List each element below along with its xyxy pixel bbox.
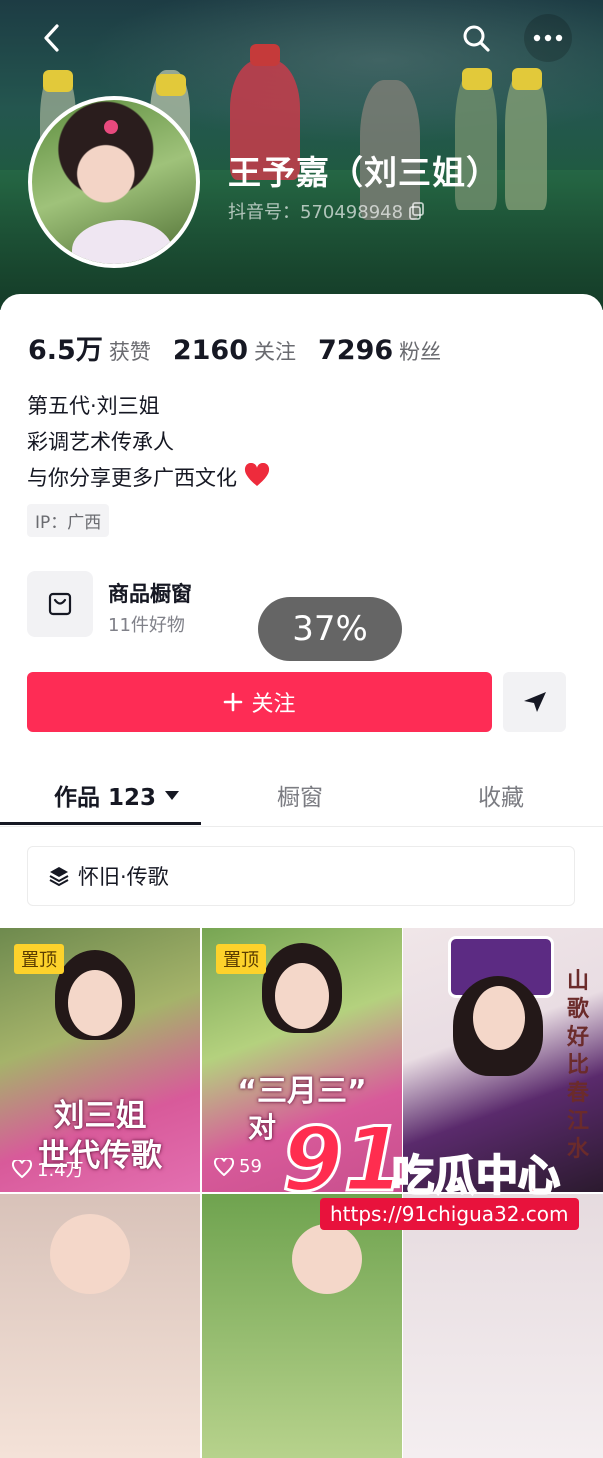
share-button[interactable]: [503, 672, 566, 732]
thumb-face: [68, 970, 122, 1036]
like-count: 1.4万: [12, 1156, 84, 1182]
like-count-value: 1.4万: [37, 1160, 84, 1181]
copy-icon[interactable]: [409, 202, 425, 220]
cover-hat: [156, 74, 186, 96]
stat-followers-label: 粉丝: [399, 340, 442, 364]
search-button[interactable]: [452, 14, 500, 62]
heart-icon: [244, 463, 269, 486]
douyin-id-text: 抖音号：570498948: [228, 202, 404, 223]
like-icon: [214, 1157, 234, 1176]
more-button[interactable]: [524, 14, 572, 62]
stat-likes[interactable]: 6.5万 获赞: [28, 328, 151, 367]
tab-favorites[interactable]: 收藏: [478, 778, 524, 812]
collection-chip[interactable]: 怀旧·传歌: [27, 846, 575, 906]
thumb-face: [473, 986, 525, 1050]
follow-label: 关注: [251, 692, 296, 717]
caption-line: 刘三姐: [53, 1098, 147, 1134]
cover-hat: [43, 70, 73, 92]
pinned-badge: 置顶: [14, 944, 64, 974]
bio-line: 第五代·刘三姐: [27, 394, 160, 418]
bio-line-3: 与你分享更多广西文化: [27, 460, 270, 496]
cover-hat: [250, 44, 280, 66]
stat-followers[interactable]: 7296 粉丝: [318, 335, 441, 366]
avatar[interactable]: [28, 96, 200, 268]
video-caption: “三月三”: [237, 1074, 367, 1109]
cover-hat: [512, 68, 542, 90]
back-button[interactable]: [28, 14, 76, 62]
bio-line: 彩调艺术传承人: [27, 430, 174, 454]
like-icon: [12, 1160, 32, 1178]
plus-icon: [224, 692, 243, 712]
caret-down-icon: [165, 791, 180, 800]
tab-works-label: 作品 123: [54, 785, 157, 811]
cover-hat: [462, 68, 492, 90]
bio: 第五代·刘三姐 彩调艺术传承人 与你分享更多广西文化: [27, 388, 270, 496]
video-tile[interactable]: 置顶 刘三姐 世代传歌 1.4万: [0, 928, 200, 1192]
bio-line: 与你分享更多广西文化: [27, 466, 237, 490]
stat-following-label: 关注: [254, 340, 296, 364]
shopping-bag-icon: [48, 592, 72, 616]
shop-showcase-subtitle: 11件好物: [108, 615, 185, 636]
video-side-text: 山歌好比春江水: [566, 969, 589, 1162]
back-icon: [44, 24, 59, 52]
display-name: 王予嘉（刘三姐）: [228, 153, 500, 192]
shop-showcase-icon-box[interactable]: [27, 571, 93, 637]
thumb-face: [50, 1214, 130, 1294]
watermark-text: 吃瓜中心: [391, 1150, 561, 1201]
active-tab-indicator: [0, 822, 201, 825]
watermark-url: https://91chigua32.com: [320, 1198, 579, 1230]
stat-followers-value: 7296: [318, 335, 394, 366]
stat-likes-value: 6.5万: [28, 335, 103, 366]
layers-icon: [49, 867, 69, 887]
like-count: 59: [214, 1156, 262, 1177]
stats-row: 6.5万 获赞 2160 关注 7296 粉丝: [28, 328, 441, 367]
stat-likes-label: 获赞: [108, 340, 151, 364]
avatar-shoulder: [72, 220, 172, 264]
content-tabs: 作品 123 橱窗 收藏: [0, 760, 603, 827]
share-icon: [523, 692, 546, 712]
stat-following-value: 2160: [172, 335, 248, 366]
cover-performer: [505, 70, 547, 210]
collection-label: 怀旧·传歌: [78, 865, 169, 889]
avatar-flower: [104, 120, 118, 134]
thumb-face: [292, 1224, 362, 1294]
video-tile[interactable]: [202, 1194, 402, 1458]
douyin-id[interactable]: 抖音号：570498948: [228, 198, 425, 224]
video-tile[interactable]: [0, 1194, 200, 1458]
progress-toast: 37%: [258, 597, 402, 661]
tab-shop[interactable]: 橱窗: [277, 778, 323, 812]
ip-location-tag: IP：广西: [27, 504, 110, 537]
like-count-value: 59: [239, 1156, 262, 1177]
tab-works[interactable]: 作品 123: [54, 778, 180, 812]
shop-showcase-title[interactable]: 商品橱窗: [108, 578, 192, 608]
stat-following[interactable]: 2160 关注: [173, 335, 296, 366]
pinned-badge: 置顶: [216, 944, 266, 974]
search-icon: [463, 25, 490, 52]
video-tile[interactable]: [403, 1194, 603, 1458]
more-icon: [533, 34, 563, 42]
follow-button[interactable]: 关注: [27, 672, 492, 732]
watermark-number: 91: [280, 1107, 405, 1213]
thumb-face: [275, 963, 329, 1029]
